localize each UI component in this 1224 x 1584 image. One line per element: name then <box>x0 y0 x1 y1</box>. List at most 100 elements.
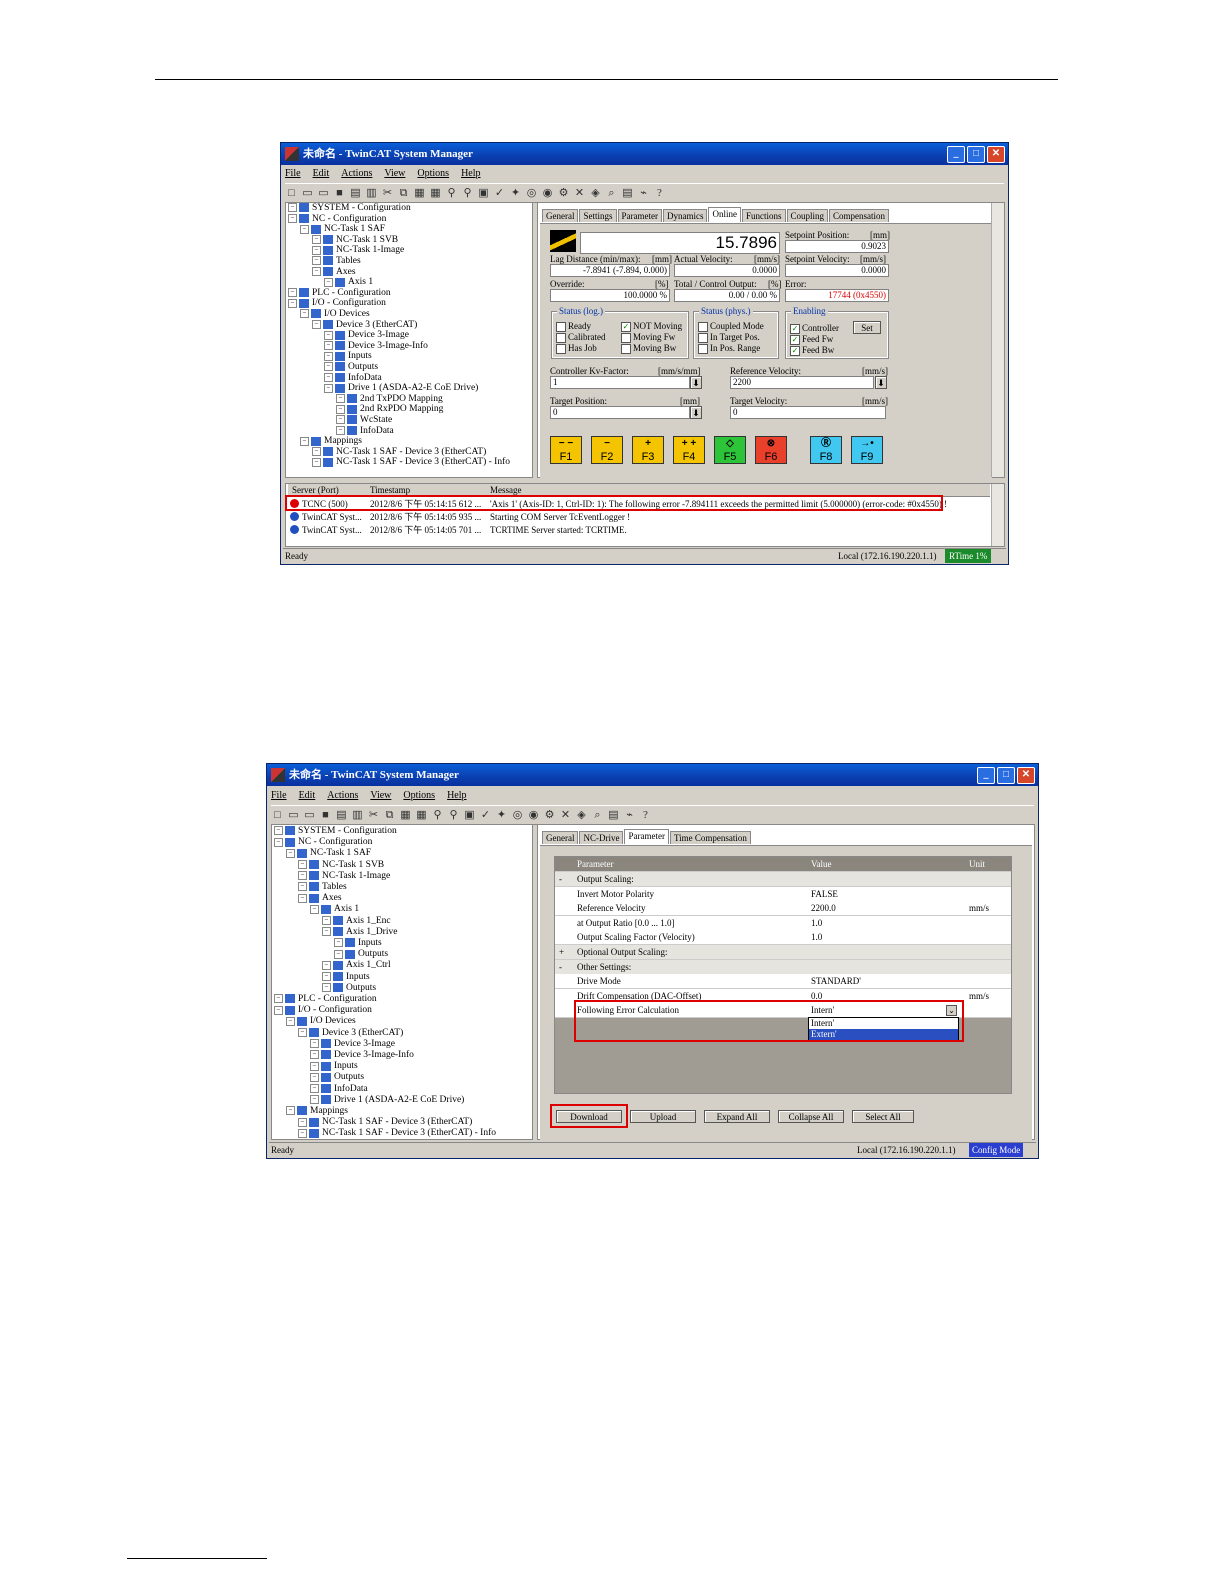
tab-functions[interactable]: Functions <box>741 209 786 222</box>
open-folder-icon[interactable]: ▭ <box>303 809 316 822</box>
print-preview-icon[interactable]: ▥ <box>365 187 378 200</box>
tab-dynamics[interactable]: Dynamics <box>662 209 708 222</box>
expand-toggle-icon[interactable]: − <box>334 938 343 948</box>
save-icon[interactable]: ■ <box>319 809 332 822</box>
tree-node[interactable]: − NC-Task 1 SVB <box>298 860 384 871</box>
expand-toggle-icon[interactable]: − <box>274 1005 283 1015</box>
tree-node[interactable]: − I/O - Configuration <box>274 1005 372 1016</box>
expand-toggle-icon[interactable]: − <box>298 882 307 892</box>
zoom-icon[interactable]: ⌕ <box>605 187 618 200</box>
parameter-value[interactable]: 2200.0 <box>811 901 836 915</box>
show-online-data-icon[interactable]: ▤ <box>621 187 634 200</box>
collapse-all-button[interactable]: Collapse All <box>778 1110 844 1123</box>
title-bar[interactable]: 未命名 - TwinCAT System Manager _ □ ✕ <box>281 143 1008 165</box>
menu-help[interactable]: Help <box>461 166 480 182</box>
target-velocity-input[interactable]: 0 <box>730 406 886 419</box>
new-icon[interactable]: □ <box>271 809 284 822</box>
expand-toggle-icon[interactable]: − <box>334 949 343 959</box>
target-icon[interactable]: ◈ <box>575 809 588 822</box>
table-row[interactable]: Reference Velocity 2200.0 mm/s <box>555 901 1011 917</box>
tree-node[interactable]: − Outputs <box>322 983 376 994</box>
paste-icon[interactable]: ▦ <box>413 187 426 200</box>
expand-toggle-icon[interactable]: − <box>288 288 297 298</box>
find-next-icon[interactable]: ⚲ <box>447 809 460 822</box>
tab-compensation[interactable]: Compensation <box>829 209 890 222</box>
menu-edit[interactable]: Edit <box>313 166 330 182</box>
menu-file[interactable]: File <box>271 788 287 804</box>
restart-twincat-icon[interactable]: ◎ <box>525 187 538 200</box>
title-bar[interactable]: 未命名 - TwinCAT System Manager _ □ ✕ <box>267 764 1038 786</box>
tab-nc-drive[interactable]: NC-Drive <box>579 831 624 844</box>
tree-node[interactable]: − WcState <box>336 415 392 426</box>
tree-node[interactable]: − 2nd RxPDO Mapping <box>336 404 443 415</box>
row-expand-marker[interactable]: - <box>559 960 562 974</box>
restart-twincat-icon[interactable]: ◎ <box>511 809 524 822</box>
expand-toggle-icon[interactable]: − <box>310 1061 319 1071</box>
parameter-value[interactable]: STANDARD' <box>811 974 861 988</box>
tab-time-compensation[interactable]: Time Compensation <box>669 831 751 844</box>
table-row[interactable]: at Output Ratio [0.0 ... 1.0] 1.0 <box>555 915 1011 931</box>
maximize-button[interactable]: □ <box>997 767 1015 784</box>
expand-toggle-icon[interactable]: − <box>310 1083 319 1093</box>
expand-toggle-icon[interactable]: − <box>336 394 345 404</box>
tab-parameter[interactable]: Parameter <box>624 829 669 844</box>
expand-toggle-icon[interactable]: − <box>288 298 297 308</box>
expand-toggle-icon[interactable]: − <box>324 362 333 372</box>
expand-toggle-icon[interactable]: − <box>310 1095 319 1105</box>
tree-node[interactable]: − NC-Task 1 SAF - Device 3 (EtherCAT) - I… <box>298 1128 496 1139</box>
tree-node[interactable]: − Outputs <box>334 949 388 960</box>
expand-toggle-icon[interactable]: − <box>298 893 307 903</box>
show-online-data-icon[interactable]: ▤ <box>607 809 620 822</box>
generate-mappings-icon[interactable]: ▣ <box>477 187 490 200</box>
tree-node[interactable]: − Axis 1 <box>324 277 373 288</box>
function-key-f6[interactable]: ⊗ F6 <box>755 436 787 464</box>
save-icon[interactable]: ■ <box>333 187 346 200</box>
tree-node[interactable]: − PLC - Configuration <box>274 994 377 1005</box>
expand-toggle-icon[interactable]: − <box>324 351 333 361</box>
expand-toggle-icon[interactable]: − <box>288 203 297 213</box>
expand-toggle-icon[interactable]: − <box>298 1117 307 1127</box>
function-key-f2[interactable]: − F2 <box>591 436 623 464</box>
expand-toggle-icon[interactable]: − <box>310 1039 319 1049</box>
kv-factor-apply-button[interactable]: ⬇ <box>690 376 702 389</box>
table-row[interactable]: + Optional Output Scaling: <box>555 945 1011 960</box>
tree-node[interactable]: − Axis 1_Enc <box>322 916 391 927</box>
tree-node[interactable]: − Inputs <box>322 972 370 983</box>
open-icon[interactable]: ▭ <box>301 187 314 200</box>
tree-node[interactable]: − Tables <box>312 256 361 267</box>
tree-node[interactable]: − Mappings <box>300 436 362 447</box>
tree-node[interactable]: − Axes <box>298 893 342 904</box>
tree-node[interactable]: − Tables <box>298 882 347 893</box>
function-key-f4[interactable]: + + F4 <box>673 436 705 464</box>
table-row[interactable]: - Output Scaling: <box>555 872 1011 887</box>
check-configuration-icon[interactable]: ✓ <box>493 187 506 200</box>
menu-file[interactable]: File <box>285 166 301 182</box>
menu-options[interactable]: Options <box>403 788 435 804</box>
print-icon[interactable]: ▤ <box>335 809 348 822</box>
function-key-f8[interactable]: Ⓡ F8 <box>810 436 842 464</box>
help-icon[interactable]: ? <box>653 187 666 200</box>
target-position-input[interactable]: 0 <box>550 406 690 419</box>
expand-toggle-icon[interactable]: − <box>312 447 321 457</box>
menu-edit[interactable]: Edit <box>299 788 316 804</box>
expand-toggle-icon[interactable]: − <box>312 235 321 245</box>
tree-node[interactable]: − Inputs <box>334 938 382 949</box>
expand-toggle-icon[interactable]: − <box>286 1106 295 1116</box>
menu-actions[interactable]: Actions <box>327 788 358 804</box>
row-expand-marker[interactable]: + <box>559 945 564 959</box>
grid-header-unit[interactable]: Unit <box>969 857 985 871</box>
parameter-value[interactable]: FALSE <box>811 887 838 901</box>
print-icon[interactable]: ▤ <box>349 187 362 200</box>
close-button[interactable]: ✕ <box>987 146 1005 163</box>
expand-toggle-icon[interactable]: − <box>310 1050 319 1060</box>
function-key-f5[interactable]: ◇ F5 <box>714 436 746 464</box>
tree-node[interactable]: − Inputs <box>324 351 372 362</box>
menu-view[interactable]: View <box>384 166 405 182</box>
target-icon[interactable]: ◈ <box>589 187 602 200</box>
expand-toggle-icon[interactable]: − <box>298 871 307 881</box>
expand-toggle-icon[interactable]: − <box>310 1072 319 1082</box>
expand-toggle-icon[interactable]: − <box>310 904 319 914</box>
tab-coupling[interactable]: Coupling <box>786 209 829 222</box>
tree-node[interactable]: − I/O - Configuration <box>288 298 386 309</box>
expand-toggle-icon[interactable]: − <box>300 436 309 446</box>
